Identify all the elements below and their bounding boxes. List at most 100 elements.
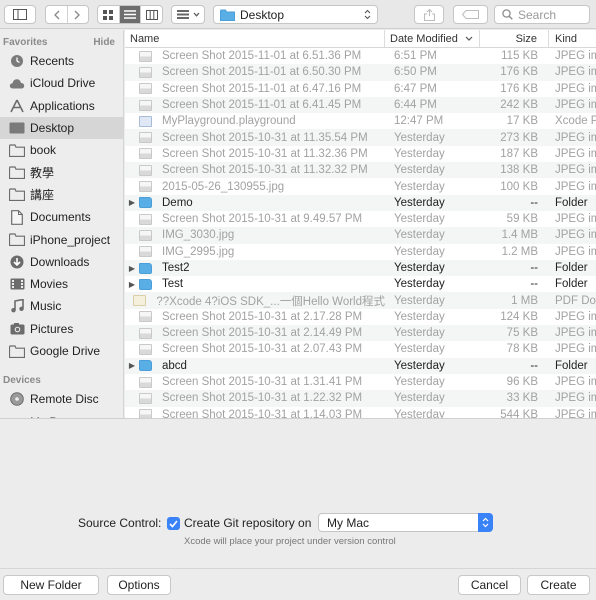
forward-button[interactable] [68,6,89,23]
file-size: 78 KB [506,343,538,356]
list-view-button[interactable] [119,6,142,23]
new-folder-button[interactable]: New Folder [3,575,99,595]
column-kind-header[interactable]: Kind [549,30,596,47]
folder-icon [8,343,26,359]
sidebar-item-movies[interactable]: Movies [0,273,123,295]
column-header: Name Date Modified Size Kind [125,30,596,48]
file-name-cell: ▶ Demo [125,197,385,209]
column-name-header[interactable]: Name [125,30,385,47]
file-row[interactable]: ??Xcode 4?iOS SDK_...一個Hello World程式 Yest… [125,292,596,309]
disclosure-triangle-icon[interactable]: ▶ [125,198,139,207]
file-date: Yesterday [394,278,445,291]
options-button[interactable]: Options [107,575,171,595]
file-row[interactable]: Screen Shot 2015-10-31 at 11.32.36 PM Yes… [125,146,596,162]
sidebar-item-icloud-drive[interactable]: iCloud Drive [0,72,123,94]
file-row[interactable]: MyPlayground.playground 12:47 PM 17 KB Xcod… [125,113,596,129]
file-date: Yesterday [394,376,445,389]
sidebar-item-recents[interactable]: Recents [0,50,123,72]
favorites-header: Favorites Hide [0,30,123,50]
hide-favorites-button[interactable]: Hide [93,37,115,48]
file-row[interactable]: Screen Shot 2015-10-31 at 9.49.57 PM Yest… [125,211,596,227]
file-row[interactable]: IMG_2995.jpg Yesterday 1.2 MB JPEG image [125,244,596,260]
file-name-cell: 2015-05-26_130955.jpg [125,181,385,193]
sidebar-item-remote-disc[interactable]: Remote Disc [0,388,123,410]
file-size: 75 KB [506,327,538,340]
column-view-button[interactable] [141,6,162,23]
sidebar-item-book[interactable]: book [0,139,123,161]
file-row[interactable]: Screen Shot 2015-11-01 at 6.47.16 PM 6:47… [125,81,596,97]
file-name: Screen Shot 2015-10-31 at 1.14.03 PM [162,408,363,418]
folder-icon [139,262,152,274]
file-kind: JPEG image [555,376,596,389]
icon-view-button[interactable] [98,6,120,23]
file-kind: JPEG image [555,164,596,177]
file-row[interactable]: ▶ Test Yesterday -- Folder [125,276,596,292]
updown-arrows-icon [364,9,371,20]
share-button[interactable] [414,5,444,24]
sidebar-item-desktop[interactable]: Desktop [0,116,123,140]
file-row[interactable]: Screen Shot 2015-10-31 at 2.14.49 PM Yest… [125,325,596,342]
file-row[interactable]: Screen Shot 2015-10-31 at 11.32.32 PM Yes… [125,162,596,179]
disclosure-triangle-icon[interactable]: ▶ [125,361,139,370]
disclosure-triangle-icon[interactable]: ▶ [125,280,139,289]
file-size: 1 MB [511,294,538,307]
sidebar-item-pictures[interactable]: Pictures [0,318,123,340]
sidebar-item-item-5[interactable]: 教學 [0,161,123,183]
file-kind: JPEG image [555,229,596,242]
sidebar-item-downloads[interactable]: Downloads [0,251,123,273]
file-row[interactable]: Screen Shot 2015-11-01 at 6.41.45 PM 6:44… [125,96,596,114]
chevron-right-icon [74,10,81,19]
file-size: 124 KB [500,310,538,323]
file-row[interactable]: IMG_3030.jpg Yesterday 1.4 MB JPEG image [125,227,596,244]
image-file-icon [139,99,152,111]
file-row[interactable]: Screen Shot 2015-10-31 at 2.17.28 PM Yest… [125,309,596,325]
sidebar-item-iphone-project[interactable]: iPhone_project [0,228,123,250]
file-row[interactable]: Screen Shot 2015-10-31 at 1.31.41 PM Yest… [125,374,596,390]
sidebar-item-item-6[interactable]: 講座 [0,184,123,206]
location-popup[interactable]: Desktop [213,5,378,24]
git-repository-checkbox[interactable] [167,517,180,530]
sidebar-item-music[interactable]: Music [0,295,123,317]
column-size-header[interactable]: Size [480,30,549,47]
toolbar: Desktop Search [0,0,596,29]
file-date: 6:51 PM [394,50,437,63]
file-row[interactable]: Screen Shot 2015-10-31 at 1.14.03 PM Yest… [125,407,596,418]
file-name: Screen Shot 2015-10-31 at 1.31.41 PM [162,376,363,389]
sidebar-item-my-passpo[interactable]: My Passpo [0,410,123,418]
list-icon [124,10,136,19]
file-row[interactable]: Screen Shot 2015-11-01 at 6.50.30 PM 6:50… [125,64,596,81]
file-size: 33 KB [506,392,538,405]
repository-location-select[interactable]: My Mac [318,513,493,532]
image-file-icon [139,132,152,144]
arrange-button[interactable] [171,5,205,24]
file-row[interactable]: ▶ Test2 Yesterday -- Folder [125,259,596,277]
sidebar-item-google-drive[interactable]: Google Drive [0,340,123,362]
file-row[interactable]: 2015-05-26_130955.jpg Yesterday 100 KB JPEG… [125,178,596,194]
create-button[interactable]: Create [527,575,590,595]
file-row[interactable]: Screen Shot 2015-10-31 at 11.35.54 PM Yes… [125,129,596,146]
file-row[interactable]: ▶ Demo Yesterday -- Folder [125,194,596,211]
disclosure-triangle-icon[interactable]: ▶ [125,264,139,273]
cancel-button[interactable]: Cancel [458,575,521,595]
column-date-header[interactable]: Date Modified [385,30,480,47]
git-repository-checkbox-label[interactable]: Create Git repository on [184,516,311,530]
sidebar-item-label: iPhone_project [30,232,111,247]
file-name: Test2 [162,262,190,274]
sidebar-item-label: Google Drive [30,344,101,358]
back-button[interactable] [46,6,68,23]
file-kind: Xcode Playground [555,115,596,128]
sidebar-item-applications[interactable]: Applications [0,95,123,117]
sidebar-item-documents[interactable]: Documents [0,206,123,228]
sidebar-item-label: book [30,143,57,158]
file-name: Screen Shot 2015-10-31 at 11.35.54 PM [162,131,368,144]
file-row[interactable]: Screen Shot 2015-11-01 at 6.51.36 PM 6:51… [125,48,596,64]
file-row[interactable]: ▶ abcd Yesterday -- Folder [125,357,596,374]
file-row[interactable]: Screen Shot 2015-10-31 at 1.22.32 PM Yest… [125,390,596,407]
devices-header-label: Devices [3,375,41,387]
file-row[interactable]: Screen Shot 2015-10-31 at 2.07.43 PM Yest… [125,341,596,357]
search-field[interactable]: Search [494,5,590,24]
file-name: Screen Shot 2015-10-31 at 2.07.43 PM [162,343,363,356]
sidebar-toggle-button[interactable] [4,5,36,24]
tags-button[interactable] [453,5,488,24]
file-name-cell: Screen Shot 2015-10-31 at 1.31.41 PM [125,376,385,388]
